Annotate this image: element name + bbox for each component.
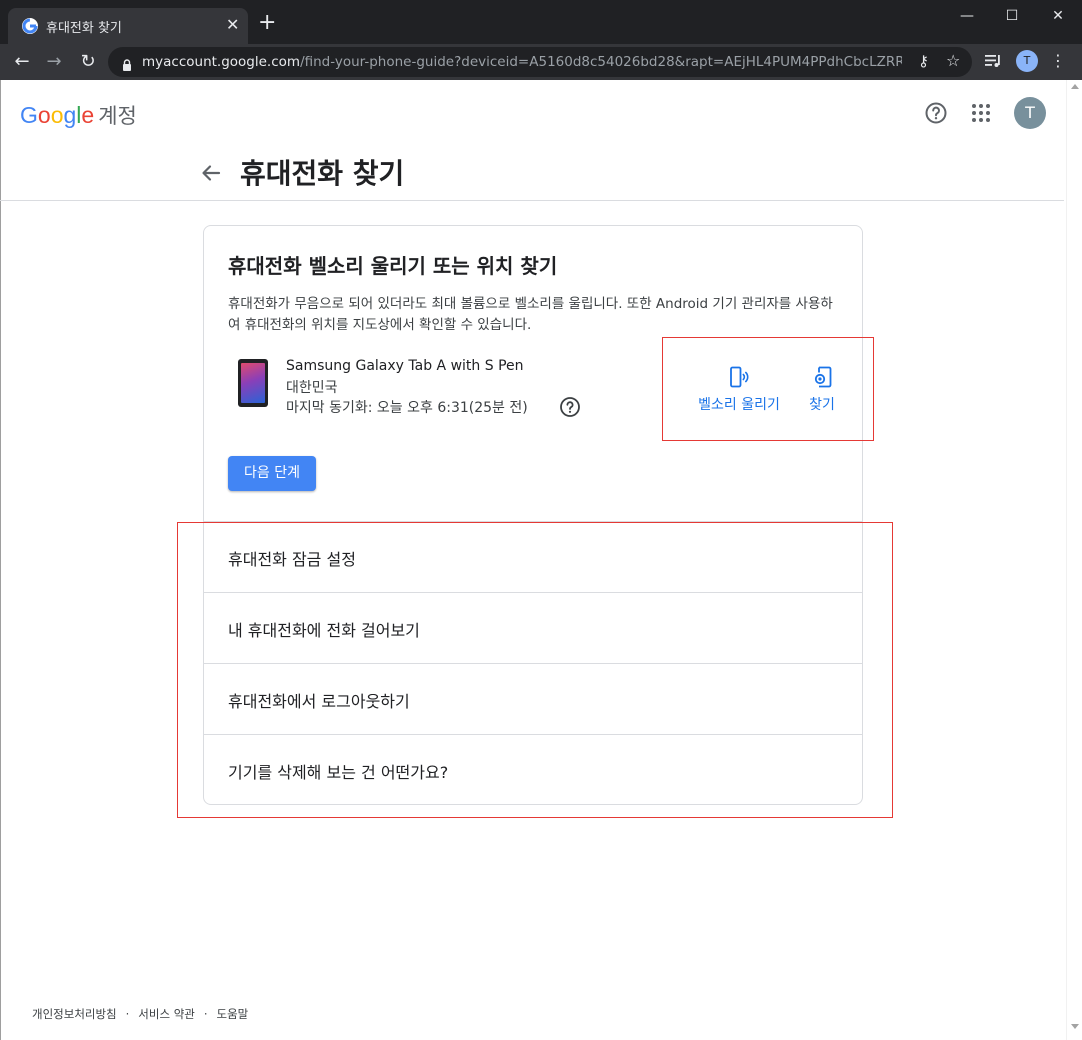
footer: 개인정보처리방침 · 서비스 약관 · 도움말: [32, 1006, 248, 1022]
media-queue-icon[interactable]: [984, 52, 1002, 70]
back-icon[interactable]: ←: [10, 50, 34, 74]
help-icon[interactable]: [924, 101, 948, 125]
device-country: 대한민국: [286, 380, 338, 396]
footer-separator: ·: [203, 1007, 208, 1021]
help-link[interactable]: 도움말: [217, 1007, 249, 1021]
page-scrollbar[interactable]: [1066, 80, 1082, 1040]
tab-title: 휴대전화 찾기: [46, 21, 122, 36]
tablet-device-image: [238, 359, 268, 407]
browser-titlebar: 휴대전화 찾기 ✕ + — ☐ ✕: [0, 0, 1082, 44]
header-divider: [0, 200, 1064, 201]
google-logo-text: Google: [20, 102, 95, 128]
bookmark-star-icon[interactable]: ☆: [946, 51, 960, 70]
scroll-up-icon[interactable]: [1071, 84, 1079, 89]
terms-of-service-link[interactable]: 서비스 약관: [138, 1007, 195, 1021]
back-arrow-icon[interactable]: [198, 160, 224, 186]
google-apps-icon[interactable]: [971, 103, 991, 123]
device-screen: [241, 363, 265, 403]
browser-profile-avatar[interactable]: T: [1016, 50, 1038, 72]
card-title: 휴대전화 벨소리 울리기 또는 위치 찾기: [228, 254, 558, 278]
close-tab-icon[interactable]: ✕: [226, 15, 239, 35]
reload-icon[interactable]: ↻: [76, 50, 100, 74]
window-border: [0, 80, 1, 1040]
next-step-button[interactable]: 다음 단계: [228, 456, 316, 491]
url-text[interactable]: myaccount.google.com/find-your-phone-gui…: [142, 54, 902, 70]
google-account-logo[interactable]: Google 계정: [20, 100, 137, 130]
sync-help-icon[interactable]: [559, 396, 581, 418]
forward-icon[interactable]: →: [42, 50, 66, 74]
minimize-window-icon[interactable]: —: [952, 8, 982, 28]
new-tab-button[interactable]: +: [258, 12, 276, 34]
privacy-policy-link[interactable]: 개인정보처리방침: [32, 1007, 117, 1021]
footer-separator: ·: [125, 1007, 130, 1021]
google-favicon-icon: [22, 18, 38, 34]
logo-suffix: 계정: [98, 105, 137, 128]
close-window-icon[interactable]: ✕: [1043, 8, 1073, 28]
browser-menu-icon[interactable]: ⋮: [1050, 49, 1066, 73]
device-name: Samsung Galaxy Tab A with S Pen: [286, 358, 524, 374]
address-bar[interactable]: myaccount.google.com/find-your-phone-gui…: [108, 47, 972, 77]
actions-highlight-box: [662, 337, 874, 441]
browser-toolbar: ← → ↻ myaccount.google.com/find-your-pho…: [0, 44, 1082, 80]
options-highlight-box: [177, 522, 893, 818]
device-last-sync: 마지막 동기화: 오늘 오후 6:31(25분 전): [286, 400, 528, 416]
key-icon[interactable]: ⚷: [918, 52, 929, 70]
scroll-down-icon[interactable]: [1071, 1024, 1079, 1029]
lock-icon[interactable]: [122, 56, 132, 71]
account-avatar[interactable]: T: [1014, 97, 1046, 129]
page-title: 휴대전화 찾기: [240, 157, 405, 190]
browser-tab[interactable]: 휴대전화 찾기 ✕: [8, 8, 248, 44]
card-description: 휴대전화가 무음으로 되어 있더라도 최대 볼륨으로 벨소리를 울립니다. 또한…: [228, 296, 833, 333]
maximize-window-icon[interactable]: ☐: [997, 8, 1027, 28]
